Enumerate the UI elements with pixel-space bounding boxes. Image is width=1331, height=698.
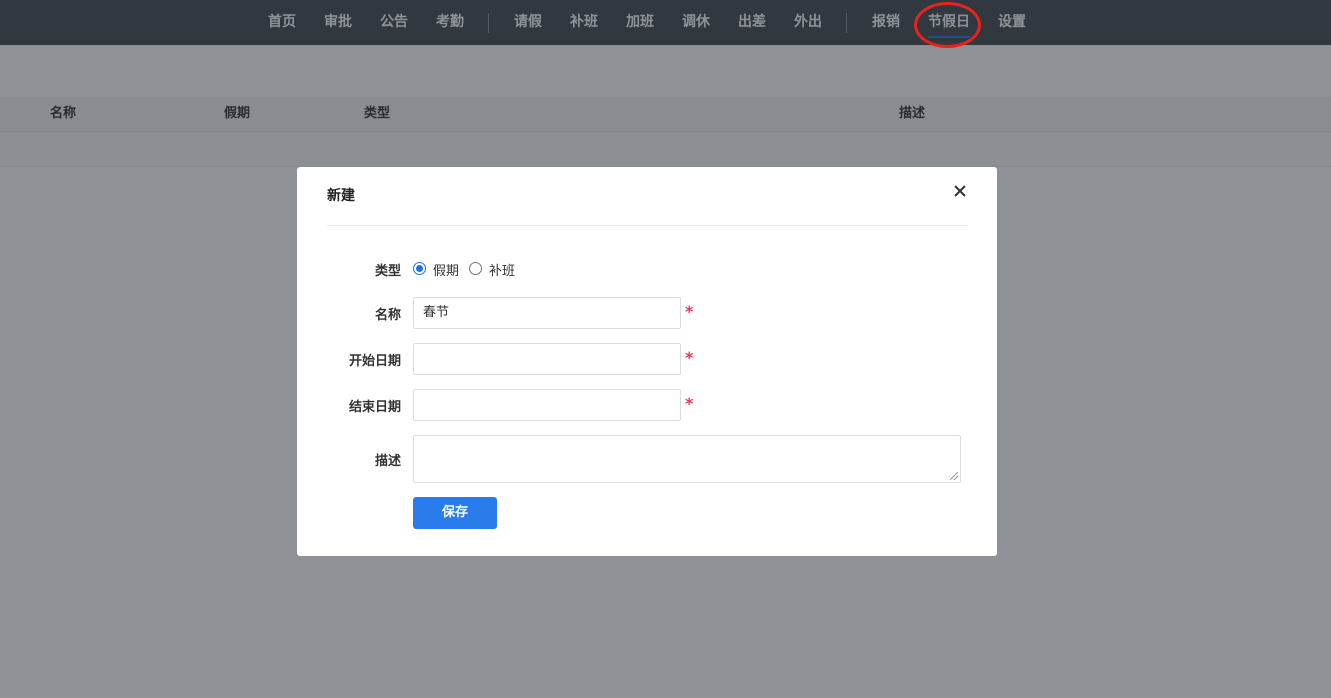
type-radio-makeup[interactable] (469, 262, 482, 275)
name-input[interactable]: 春节 (413, 297, 681, 329)
resize-grip-icon[interactable] (950, 472, 958, 480)
dialog-divider (327, 225, 968, 226)
highlight-circle (914, 2, 981, 48)
start-date-label: 开始日期 (348, 354, 401, 369)
save-button[interactable]: 保存 (413, 497, 497, 529)
start-date-input[interactable] (413, 343, 681, 375)
description-textarea[interactable] (413, 435, 961, 483)
close-icon[interactable] (951, 181, 969, 199)
name-label: 名称 (374, 308, 401, 323)
new-holiday-dialog: 新建 类型 假期 补班 名称 春节 * 开始日期 * 结束日期 * 描述 保存 (297, 167, 997, 556)
type-label: 类型 (374, 264, 401, 279)
required-marker: * (685, 348, 694, 367)
required-marker: * (685, 302, 694, 321)
type-option-makeup-label: 补班 (489, 264, 516, 279)
required-marker: * (685, 394, 694, 413)
type-option-holiday-label: 假期 (433, 264, 460, 279)
end-date-label: 结束日期 (348, 400, 401, 415)
end-date-input[interactable] (413, 389, 681, 421)
type-radio-holiday[interactable] (413, 262, 426, 275)
description-label: 描述 (374, 454, 401, 469)
dialog-title: 新建 (327, 188, 355, 204)
